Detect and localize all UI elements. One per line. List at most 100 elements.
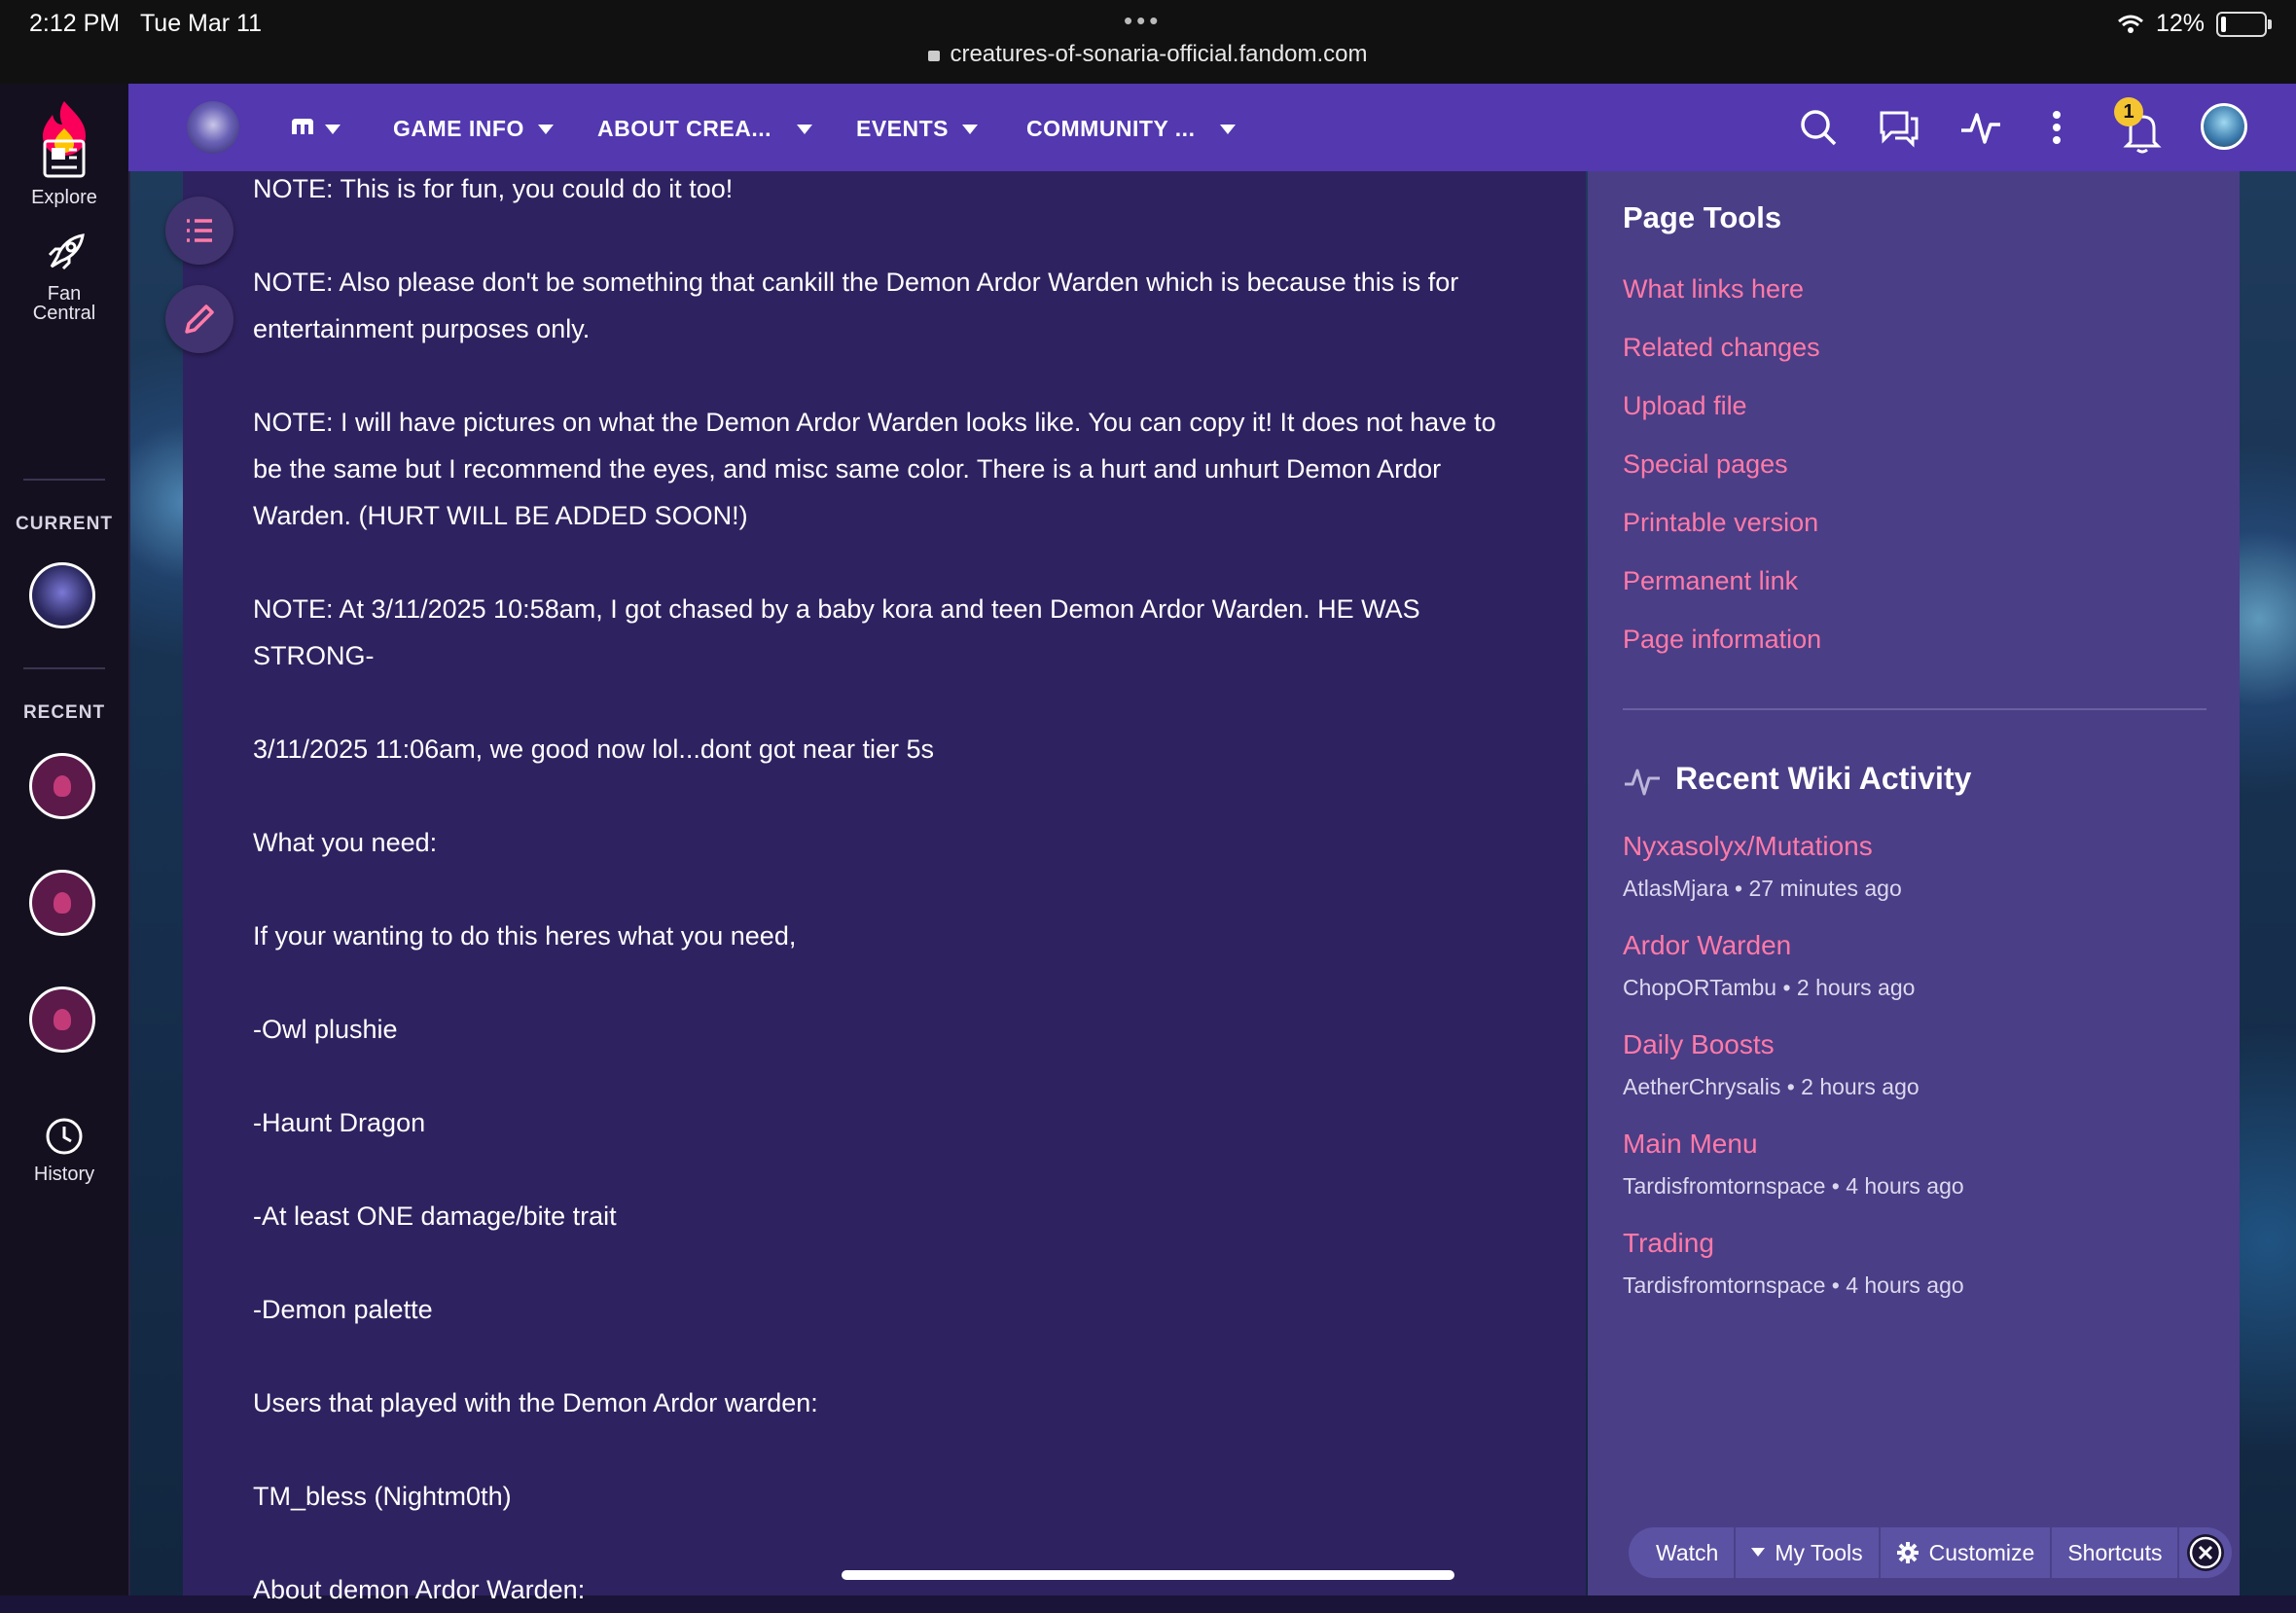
article-paragraph: -Haunt Dragon — [253, 1108, 426, 1137]
notification-count-badge: 1 — [2114, 97, 2143, 126]
page-tools-title: Page Tools — [1623, 200, 1782, 234]
link-special-pages[interactable]: Special pages — [1623, 449, 1788, 480]
article-paragraph: NOTE: Also please don't be something tha… — [253, 268, 1459, 343]
activity-item-meta: ChopORTambu • 2 hours ago — [1623, 975, 1916, 1000]
nav-label: ABOUT CREA... — [597, 116, 771, 141]
article-paragraph: NOTE: This is for fun, you could do it t… — [253, 174, 734, 203]
recent-label: RECENT — [22, 702, 106, 723]
nav-label: GAME INFO — [393, 116, 524, 141]
article-paragraph: What you need: — [253, 828, 438, 857]
user-avatar[interactable] — [2201, 103, 2247, 150]
shortcuts-button[interactable]: Shortcuts — [2052, 1527, 2180, 1578]
discussions-icon[interactable] — [1878, 105, 1920, 150]
nav-about-creatures[interactable]: ABOUT CREA... — [597, 116, 812, 142]
watch-label: Watch — [1656, 1540, 1719, 1565]
link-page-information[interactable]: Page information — [1623, 625, 1821, 655]
caret-down-icon — [1751, 1548, 1766, 1557]
article-paragraph: NOTE: At 3/11/2025 10:58am, I got chased… — [253, 594, 1420, 670]
ios-status-bar: 2:12 PM Tue Mar 11 ••• creatures-of-sona… — [0, 0, 2296, 84]
customize-label: Customize — [1928, 1540, 2035, 1565]
fan-central-label-1: Fan — [47, 283, 82, 305]
activity-icon — [1625, 769, 1660, 796]
nav-label: COMMUNITY ... — [1026, 116, 1196, 141]
article-paragraph: Users that played with the Demon Ardor w… — [253, 1388, 818, 1417]
multitask-dots-icon[interactable]: ••• — [1124, 6, 1162, 36]
close-icon — [2190, 1536, 2222, 1569]
url-text: creatures-of-sonaria-official.fandom.com — [950, 41, 1368, 67]
address-bar[interactable]: creatures-of-sonaria-official.fandom.com — [0, 41, 2296, 68]
my-tools-label: My Tools — [1775, 1540, 1863, 1565]
my-tools-button[interactable]: My Tools — [1736, 1527, 1881, 1578]
link-printable-version[interactable]: Printable version — [1623, 508, 1818, 538]
home-indicator[interactable] — [842, 1570, 1454, 1580]
recent-wiki-1[interactable] — [29, 753, 95, 819]
explore-label: Explore — [31, 187, 97, 208]
bottom-toolbar: Watch My Tools Customize Shortcuts — [1629, 1527, 2233, 1578]
history-clock-icon — [46, 1118, 83, 1155]
recent-activity-title: Recent Wiki Activity — [1675, 761, 1972, 796]
activity-item-title[interactable]: Daily Boosts — [1623, 1029, 1775, 1060]
link-permanent-link[interactable]: Permanent link — [1623, 566, 1798, 596]
chevron-down-icon — [962, 125, 979, 134]
nav-community[interactable]: COMMUNITY ... — [1026, 116, 1237, 142]
activity-item-meta: Tardisfromtornspace • 4 hours ago — [1623, 1173, 1964, 1199]
rail-explore[interactable]: Explore — [0, 138, 128, 209]
search-icon[interactable] — [1798, 105, 1839, 150]
wiki-top-nav: GAME INFO ABOUT CREA... EVENTS COMMUNITY… — [128, 84, 2296, 171]
status-time: 2:12 PM Tue Mar 11 — [29, 10, 263, 37]
article-paragraph: -At least ONE damage/bite trait — [253, 1201, 617, 1231]
fan-central-label-2: Central — [32, 303, 96, 324]
history-label: History — [33, 1164, 95, 1185]
list-icon — [187, 219, 212, 242]
article-paragraph: 3/11/2025 11:06am, we good now lol...don… — [253, 735, 934, 764]
article-paragraph: -Demon palette — [253, 1295, 433, 1324]
article-paragraph: -Owl plushie — [253, 1015, 398, 1044]
recent-wiki-3[interactable] — [29, 986, 95, 1053]
shortcuts-label: Shortcuts — [2067, 1540, 2163, 1565]
activity-item-meta: AtlasMjara • 27 minutes ago — [1623, 876, 1902, 901]
article-paragraph: If your wanting to do this heres what yo… — [253, 921, 797, 950]
divider — [1623, 708, 2206, 710]
explore-menu[interactable] — [290, 116, 341, 142]
fandom-global-nav: Explore Fan Central CURRENT RECENT Histo… — [0, 84, 130, 1595]
battery-icon — [2216, 11, 2272, 37]
link-related-changes[interactable]: Related changes — [1623, 333, 1820, 363]
rail-divider — [23, 479, 105, 481]
chevron-down-icon — [1220, 125, 1237, 134]
customize-button[interactable]: Customize — [1881, 1527, 2053, 1578]
rail-fan-central[interactable]: Fan Central — [0, 232, 128, 323]
more-options-icon[interactable] — [2051, 105, 2063, 150]
rocket-icon — [48, 233, 85, 270]
lock-icon — [928, 51, 941, 61]
current-wiki-avatar[interactable] — [29, 562, 95, 628]
rail-divider — [23, 667, 105, 669]
nav-label: EVENTS — [856, 116, 950, 141]
watch-button[interactable]: Watch — [1640, 1527, 1737, 1578]
pencil-icon — [185, 305, 214, 334]
activity-item-title[interactable]: Nyxasolyx/Mutations — [1623, 831, 1873, 862]
gear-icon — [1896, 1542, 1919, 1563]
activity-item-title[interactable]: Ardor Warden — [1623, 930, 1791, 961]
activity-item-meta: Tardisfromtornspace • 4 hours ago — [1623, 1272, 1964, 1298]
right-rail: Page Tools What links here Related chang… — [1588, 171, 2240, 1595]
activity-item-title[interactable]: Main Menu — [1623, 1129, 1758, 1160]
nav-game-info[interactable]: GAME INFO — [393, 116, 554, 142]
table-of-contents-button[interactable] — [165, 197, 233, 265]
recent-wiki-2[interactable] — [29, 870, 95, 936]
explore-icon — [43, 139, 86, 178]
article-paragraph: NOTE: I will have pictures on what the D… — [253, 408, 1496, 530]
battery-percent: 12% — [2155, 10, 2205, 37]
wiki-logo[interactable] — [187, 101, 239, 154]
nav-events[interactable]: EVENTS — [856, 116, 979, 142]
link-upload-file[interactable]: Upload file — [1623, 391, 1747, 421]
link-what-links-here[interactable]: What links here — [1623, 274, 1804, 305]
activity-item-title[interactable]: Trading — [1623, 1228, 1714, 1259]
explore-menu-icon — [292, 119, 313, 134]
rail-history[interactable]: History — [0, 1117, 128, 1186]
status-indicators: 12% — [2117, 10, 2272, 38]
wifi-icon — [2117, 15, 2143, 33]
close-toolbar-button[interactable] — [2187, 1534, 2225, 1571]
activity-item-meta: AetherChrysalis • 2 hours ago — [1623, 1074, 1919, 1099]
edit-button[interactable] — [165, 285, 233, 353]
activity-icon[interactable] — [1959, 105, 2002, 150]
